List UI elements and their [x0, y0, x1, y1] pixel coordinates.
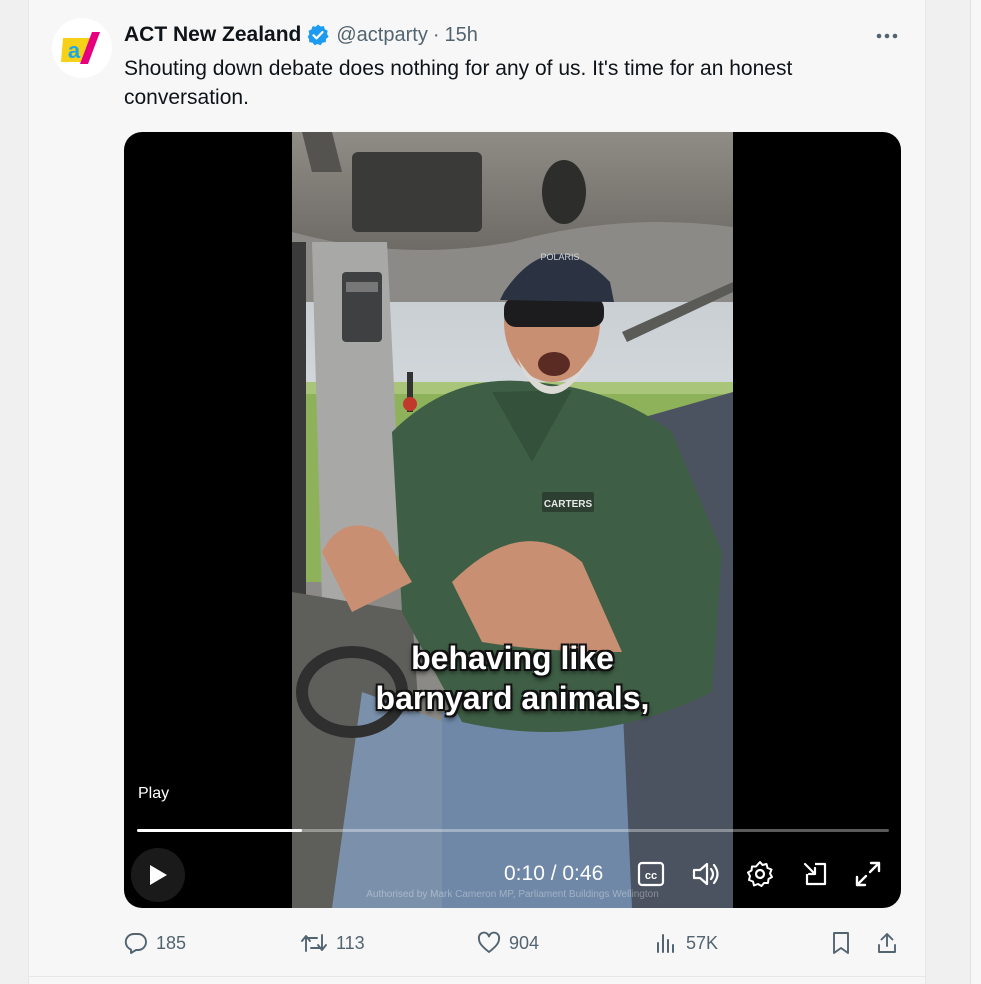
- author-name[interactable]: ACT New Zealand: [124, 23, 301, 47]
- play-label: Play: [138, 785, 170, 802]
- sidebar-edge: [970, 0, 981, 984]
- tweet-text: Shouting down debate does nothing for an…: [124, 57, 793, 109]
- reply-count: 185: [156, 932, 187, 953]
- avatar[interactable]: a: [52, 18, 112, 78]
- reply-button[interactable]: 185: [124, 928, 186, 958]
- play-button[interactable]: [131, 848, 185, 902]
- tweet-header: ACT New Zealand @actparty · 15h: [124, 20, 478, 50]
- svg-text:POLARIS: POLARIS: [540, 252, 579, 262]
- page: a ACT New Zealand @actparty · 15h Shouti…: [0, 0, 981, 984]
- act-party-logo-icon: a: [52, 18, 112, 78]
- bookmark-button[interactable]: [830, 928, 860, 958]
- video-timecode: 0:10 / 0:46: [504, 862, 604, 885]
- heart-icon: [477, 931, 501, 953]
- video-caption-line-1: behaving like: [411, 640, 614, 676]
- authorisation-statement: Authorised by Mark Cameron MP, Parliamen…: [366, 889, 659, 900]
- share-button[interactable]: [875, 928, 907, 958]
- like-button[interactable]: 904: [477, 928, 539, 958]
- views-button[interactable]: 57K: [654, 928, 718, 958]
- divider: [28, 976, 926, 977]
- settings-gear-icon[interactable]: [744, 858, 776, 890]
- svg-text:cc: cc: [645, 870, 657, 882]
- separator-dot: ·: [432, 23, 440, 46]
- video-scrubber[interactable]: [137, 829, 889, 832]
- captions-icon[interactable]: cc: [635, 858, 667, 890]
- views-count: 57K: [686, 932, 719, 953]
- more-options-icon[interactable]: [872, 22, 902, 50]
- tweet-actions: 185 113 904 57K: [124, 928, 904, 958]
- picture-in-picture-icon[interactable]: [799, 858, 831, 890]
- bookmark-icon: [833, 932, 849, 954]
- fullscreen-icon[interactable]: [852, 858, 884, 890]
- author-handle[interactable]: @actparty: [336, 24, 427, 47]
- like-count: 904: [509, 932, 540, 953]
- repost-button[interactable]: 113: [300, 928, 365, 958]
- share-icon: [878, 933, 896, 953]
- views-chart-icon: [657, 934, 674, 953]
- video-progress-fill: [137, 829, 303, 832]
- video-player[interactable]: CARTERS POLARIS behaving like barnyard a…: [124, 132, 901, 908]
- play-icon: [150, 865, 167, 885]
- video-frame[interactable]: CARTERS POLARIS: [292, 132, 733, 908]
- repost-icon: [301, 934, 327, 952]
- verified-badge-icon: [306, 23, 330, 47]
- video-caption-line-2: barnyard animals,: [375, 680, 650, 716]
- svg-text:a: a: [68, 38, 81, 63]
- post-time[interactable]: 15h: [445, 24, 478, 47]
- shirt-logo: CARTERS: [544, 499, 593, 510]
- volume-icon[interactable]: [690, 858, 722, 890]
- repost-count: 113: [336, 932, 365, 953]
- reply-icon: [124, 933, 147, 954]
